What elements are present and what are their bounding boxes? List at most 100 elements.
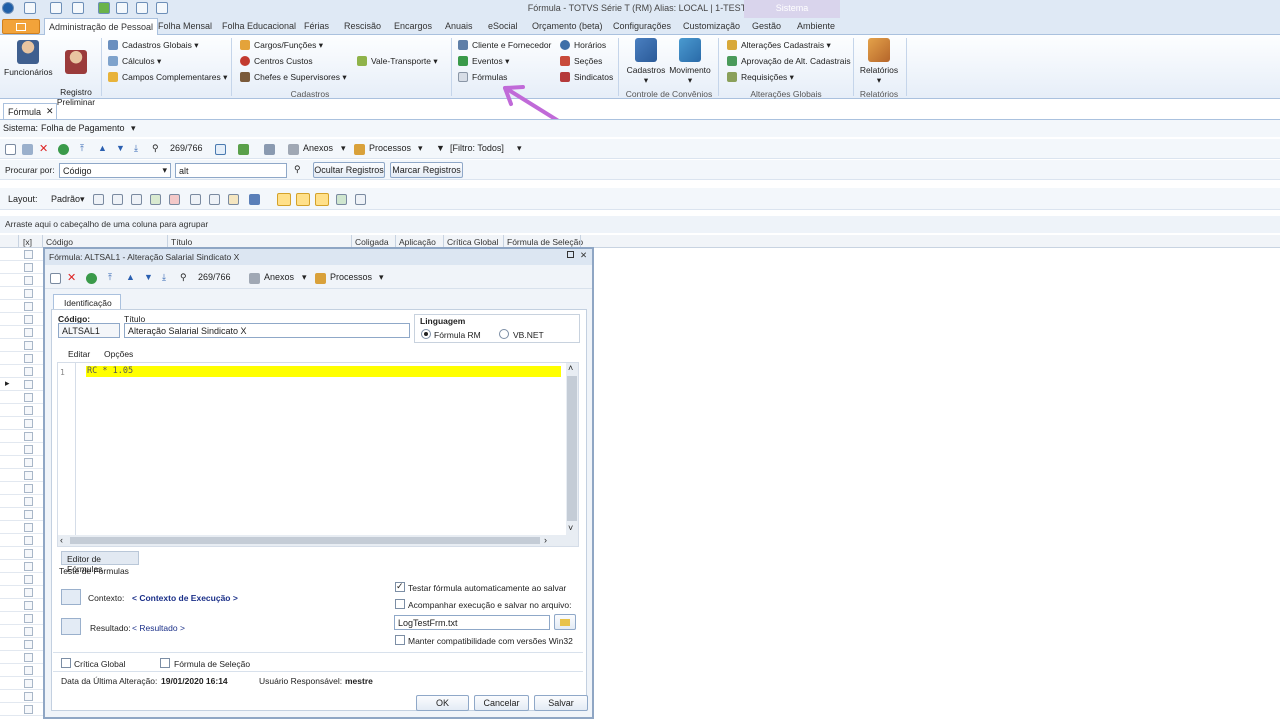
row-checkbox[interactable] <box>24 380 33 389</box>
table-row[interactable] <box>0 300 44 313</box>
column-header-critica-global[interactable]: Crítica Global <box>447 237 499 247</box>
text-icon[interactable] <box>355 194 366 205</box>
save-button[interactable]: Salvar <box>534 695 588 711</box>
aprovacao-alt-item[interactable]: Aprovação de Alt. Cadastrais <box>727 56 851 66</box>
titulo-field[interactable]: Alteração Salarial Sindicato X <box>124 323 410 338</box>
table-row[interactable] <box>0 534 44 547</box>
layout-icon[interactable] <box>131 194 142 205</box>
dialog-anexos-menu[interactable]: Anexos <box>264 272 294 282</box>
close-icon[interactable]: ✕ <box>580 250 587 261</box>
row-checkbox[interactable] <box>24 302 33 311</box>
row-checkbox[interactable] <box>24 601 33 610</box>
row-checkbox[interactable] <box>24 484 33 493</box>
browse-folder-button[interactable] <box>554 614 576 630</box>
campos-complementares-item[interactable]: Campos Complementares ▾ <box>108 72 227 83</box>
table-row[interactable] <box>0 391 44 404</box>
next-record-icon[interactable]: ▼ <box>116 143 125 153</box>
table-row[interactable] <box>0 586 44 599</box>
scroll-down-icon[interactable]: ˅ <box>568 523 573 533</box>
relatorios-button[interactable]: Relatórios ▾ <box>858 38 900 85</box>
tab-folha-mensal[interactable]: Folha Mensal <box>158 21 212 31</box>
layout-icon[interactable] <box>93 194 104 205</box>
layout-icon[interactable] <box>190 194 201 205</box>
executar-teste-button[interactable] <box>61 618 81 635</box>
table-row[interactable] <box>0 664 44 677</box>
cliente-fornecedor-item[interactable]: Cliente e Fornecedor <box>458 40 551 50</box>
print-icon[interactable] <box>264 144 275 155</box>
layout-icon[interactable] <box>228 194 239 205</box>
tab-encargos[interactable]: Encargos <box>394 21 432 31</box>
chevron-down-icon[interactable]: ▾ <box>131 123 136 134</box>
filtro-menu[interactable]: [Filtro: Todos] <box>450 143 504 153</box>
table-row[interactable] <box>0 495 44 508</box>
cadastros-convenios-button[interactable]: Cadastros ▾ <box>624 38 668 85</box>
go-icon[interactable] <box>238 144 249 155</box>
row-checkbox[interactable] <box>24 458 33 467</box>
centros-custos-item[interactable]: Centros Custos <box>240 56 313 66</box>
group-drop-area[interactable]: Arraste aqui o cabeçalho de uma coluna p… <box>0 216 1280 233</box>
row-checkbox[interactable] <box>24 614 33 623</box>
table-row[interactable] <box>0 508 44 521</box>
row-checkbox[interactable] <box>24 549 33 558</box>
layout-select[interactable]: Padrão <box>51 194 80 204</box>
delete-icon[interactable]: ✕ <box>67 271 76 284</box>
row-checkbox[interactable] <box>24 692 33 701</box>
row-checkbox[interactable] <box>24 250 33 259</box>
formula-editor[interactable]: 1 RC * 1.05 ˄ ˅ ‹ › <box>57 362 579 547</box>
refresh-icon[interactable] <box>58 144 69 155</box>
row-checkbox[interactable] <box>24 419 33 428</box>
row-checkbox[interactable] <box>24 328 33 337</box>
chevron-down-icon[interactable]: ▾ <box>341 143 346 154</box>
sistema-select[interactable]: Folha de Pagamento <box>41 123 125 133</box>
table-row[interactable] <box>0 547 44 560</box>
code-line[interactable]: RC * 1.05 <box>86 366 561 377</box>
layout-icon[interactable] <box>336 194 347 205</box>
requisicoes-item[interactable]: Requisições ▾ <box>727 72 794 83</box>
table-row[interactable] <box>0 638 44 651</box>
first-record-icon[interactable]: ⤒ <box>80 143 84 154</box>
application-menu-button[interactable] <box>2 19 40 34</box>
attachment-icon[interactable] <box>249 273 260 284</box>
table-row[interactable] <box>0 599 44 612</box>
row-checkbox[interactable] <box>24 536 33 545</box>
tab-configuracoes[interactable]: Configurações <box>613 21 671 31</box>
row-checkbox[interactable] <box>24 432 33 441</box>
refresh-icon[interactable] <box>86 273 97 284</box>
table-row[interactable] <box>0 573 44 586</box>
radio-vbnet[interactable] <box>499 329 509 339</box>
chevron-down-icon[interactable]: ▾ <box>80 194 85 205</box>
checkbox-acompanhar[interactable] <box>395 599 405 609</box>
scroll-left-icon[interactable]: ‹ <box>60 535 63 545</box>
menu-opcoes[interactable]: Opções <box>104 349 133 359</box>
search-field-select[interactable]: Código ▾ <box>59 163 171 178</box>
row-checkbox[interactable] <box>24 393 33 402</box>
table-row[interactable] <box>0 430 44 443</box>
scroll-up-icon[interactable]: ˄ <box>568 363 573 373</box>
layout-toggle-icon[interactable] <box>296 193 310 206</box>
tab-gestao[interactable]: Gestão <box>752 21 781 31</box>
table-row[interactable] <box>0 339 44 352</box>
checkbox-formula-selecao[interactable] <box>160 658 170 668</box>
layout-icon[interactable] <box>150 194 161 205</box>
calendar-icon[interactable] <box>215 144 226 155</box>
gears-icon[interactable] <box>354 144 365 155</box>
table-row[interactable] <box>0 417 44 430</box>
cadastros-globais-item[interactable]: Cadastros Globais ▾ <box>108 40 199 51</box>
row-checkbox[interactable] <box>24 263 33 272</box>
close-icon[interactable]: ✕ <box>46 106 54 117</box>
row-checkbox[interactable] <box>24 588 33 597</box>
row-checkbox[interactable] <box>24 653 33 662</box>
layout-toggle-icon[interactable] <box>277 193 291 206</box>
row-checkbox[interactable] <box>24 705 33 714</box>
table-row[interactable] <box>0 274 44 287</box>
table-row[interactable] <box>0 326 44 339</box>
chevron-down-icon[interactable]: ▾ <box>302 272 307 283</box>
scroll-right-icon[interactable]: › <box>544 535 547 545</box>
codigo-field[interactable]: ALTSAL1 <box>58 323 120 338</box>
gears-icon[interactable] <box>315 273 326 284</box>
row-checkbox[interactable] <box>24 289 33 298</box>
table-row[interactable]: ▸ <box>0 378 44 391</box>
table-row[interactable] <box>0 625 44 638</box>
row-checkbox[interactable] <box>24 497 33 506</box>
new-icon[interactable] <box>5 144 16 155</box>
